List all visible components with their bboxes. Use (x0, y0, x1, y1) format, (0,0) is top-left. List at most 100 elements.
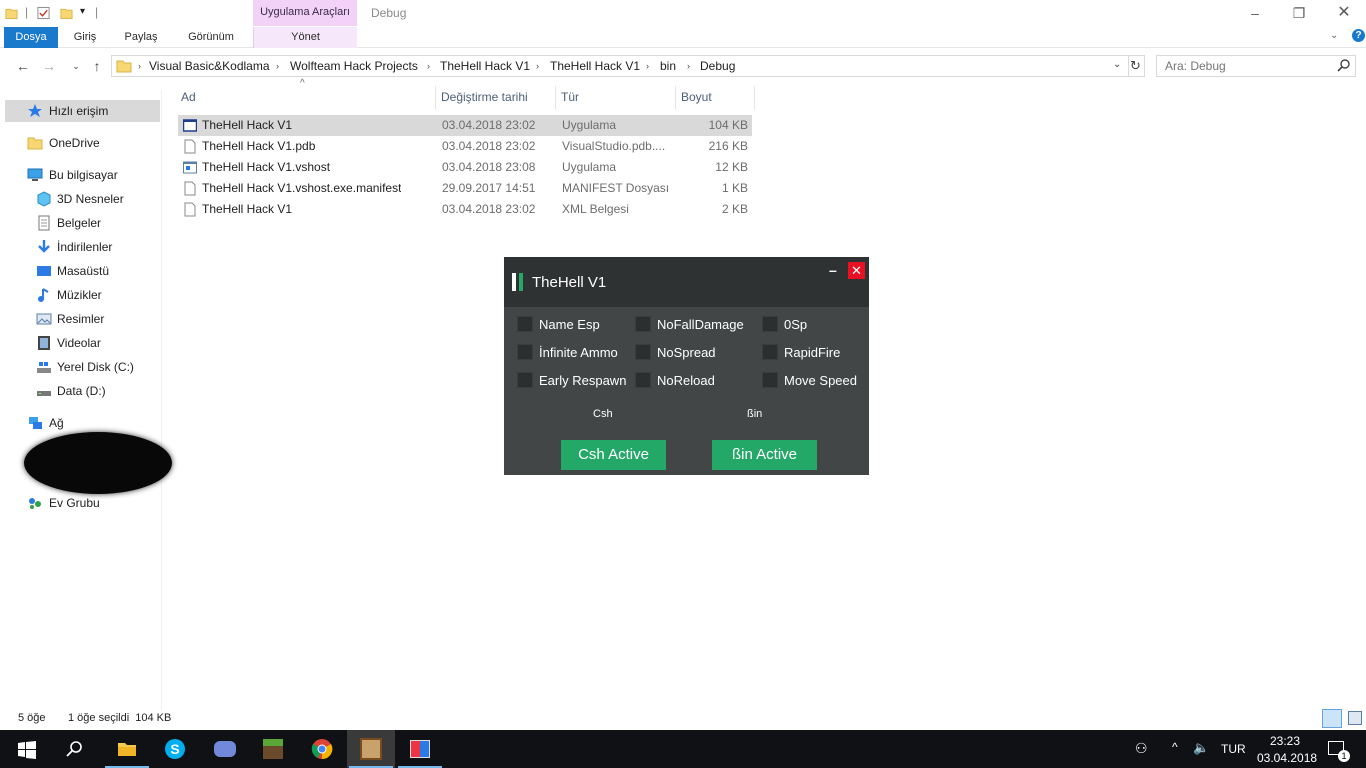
early-respawn-checkbox[interactable] (517, 372, 533, 388)
sidebar-item-data-d[interactable]: Data (D:) (0, 380, 160, 402)
column-header-name[interactable]: Ad (177, 86, 436, 110)
hack-titlebar[interactable]: TheHell V1 – ✕ (504, 257, 869, 307)
properties-icon[interactable] (37, 6, 50, 20)
noreload-checkbox[interactable] (635, 372, 651, 388)
minimize-button[interactable]: – (1232, 0, 1278, 26)
windows-start-icon[interactable] (18, 741, 36, 759)
sidebar-item-label: İndirilenler (57, 240, 113, 254)
back-button[interactable]: ← (14, 57, 32, 75)
customize-quick-access-icon[interactable]: ▾ (80, 6, 85, 17)
address-dropdown-icon[interactable]: ⌄ (1113, 59, 1121, 70)
discord-taskbar-button[interactable] (200, 730, 248, 768)
search-icon[interactable] (66, 740, 84, 758)
clock-time[interactable]: 23:23 (1270, 734, 1300, 748)
volume-icon[interactable]: 🔈 (1193, 740, 1209, 756)
people-icon[interactable]: ⚇ (1135, 740, 1148, 757)
sidebar-item-masaustu[interactable]: Masaüstü (0, 260, 160, 282)
hack-app-icon (410, 740, 430, 758)
new-folder-icon[interactable] (60, 6, 73, 20)
breadcrumb-item[interactable]: Debug (700, 56, 735, 76)
breadcrumb-item[interactable]: bin (660, 56, 676, 76)
breadcrumb-item[interactable]: TheHell Hack V1 (550, 56, 640, 76)
wolfteam-taskbar-button[interactable] (347, 730, 395, 768)
tab-gorunum[interactable]: Görünüm (176, 27, 246, 48)
file-row[interactable]: TheHell Hack V1.pdb 03.04.2018 23:02 Vis… (178, 136, 752, 157)
search-icon[interactable] (1336, 58, 1352, 74)
sidebar-item-indirilenler[interactable]: İndirilenler (0, 236, 160, 258)
checkbox-label: İnfinite Ammo (539, 345, 618, 360)
sidebar-item-3d-nesneler[interactable]: 3D Nesneler (0, 188, 160, 210)
column-header-size[interactable]: Boyut (677, 86, 755, 110)
hack-window: TheHell V1 – ✕ Name Esp NoFallDamage 0Sp… (504, 257, 869, 475)
recent-locations-button[interactable]: ⌄ (67, 57, 85, 75)
context-group-label: Uygulama Araçları (253, 0, 357, 26)
help-icon[interactable]: ? (1352, 29, 1365, 42)
breadcrumb-item[interactable]: Wolfteam Hack Projects (290, 56, 418, 76)
logo-bar-icon (519, 273, 523, 291)
sidebar-item-ev-grubu[interactable]: Ev Grubu (0, 492, 160, 514)
csh-active-button[interactable]: Csh Active (561, 440, 666, 470)
nofalldamage-checkbox[interactable] (635, 316, 651, 332)
tab-dosya[interactable]: Dosya (4, 27, 58, 48)
sidebar-item-hizli-erisim[interactable]: Hızlı erişim (5, 100, 160, 122)
minecraft-taskbar-button[interactable] (249, 730, 297, 768)
sidebar-item-label: Ağ (49, 416, 64, 430)
csh-label: Csh (593, 408, 613, 420)
folder-icon (27, 137, 43, 150)
search-input[interactable] (1156, 55, 1356, 77)
sidebar-item-videolar[interactable]: Videolar (0, 332, 160, 354)
sidebar-item-muzikler[interactable]: Müzikler (0, 284, 160, 306)
minimize-button[interactable]: – (829, 262, 837, 278)
details-view-icon[interactable] (1322, 709, 1342, 728)
sidebar-item-label: Hızlı erişim (49, 104, 109, 118)
address-bar[interactable]: › Visual Basic&Kodlama › Wolfteam Hack P… (111, 55, 1129, 77)
file-explorer-taskbar-button[interactable] (103, 730, 151, 768)
sidebar-item-bu-bilgisayar[interactable]: Bu bilgisayar (0, 164, 160, 186)
forward-button[interactable]: → (40, 57, 58, 75)
column-header-date[interactable]: Değiştirme tarihi (437, 86, 556, 110)
file-row[interactable]: TheHell Hack V1 03.04.2018 23:02 XML Bel… (178, 199, 752, 220)
application-icon (183, 119, 197, 132)
bin-active-button[interactable]: ßin Active (712, 440, 817, 470)
tab-yonet[interactable]: Yönet (253, 27, 357, 48)
rapidfire-checkbox[interactable] (762, 344, 778, 360)
file-row[interactable]: TheHell Hack V1 03.04.2018 23:02 Uygulam… (178, 115, 752, 136)
sidebar-item-belgeler[interactable]: Belgeler (0, 212, 160, 234)
sidebar-item-label: Videolar (57, 336, 101, 350)
sidebar-item-onedrive[interactable]: OneDrive (0, 132, 160, 154)
file-name: TheHell Hack V1.pdb (202, 139, 316, 153)
refresh-button[interactable]: ↻ (1127, 55, 1145, 77)
sidebar-item-label: Resimler (57, 312, 105, 326)
close-button[interactable]: ✕ (1321, 0, 1366, 26)
close-button[interactable]: ✕ (848, 262, 865, 279)
column-header-type[interactable]: Tür (557, 86, 676, 110)
large-icons-view-icon[interactable] (1348, 711, 1362, 725)
language-indicator[interactable]: TUR (1221, 742, 1246, 756)
file-row[interactable]: TheHell Hack V1.vshost.exe.manifest 29.0… (178, 178, 752, 199)
file-row[interactable]: TheHell Hack V1.vshost 03.04.2018 23:08 … (178, 157, 752, 178)
move-speed-checkbox[interactable] (762, 372, 778, 388)
name-esp-checkbox[interactable] (517, 316, 533, 332)
sidebar-item-yerel-disk[interactable]: Yerel Disk (C:) (0, 356, 160, 378)
skype-taskbar-button[interactable]: S (151, 730, 199, 768)
tab-giris[interactable]: Giriş (60, 27, 110, 48)
expand-ribbon-icon[interactable]: ⌄ (1330, 30, 1338, 41)
breadcrumb-item[interactable]: Visual Basic&Kodlama (149, 56, 270, 76)
up-button[interactable]: ↑ (88, 57, 106, 75)
checkbox-label: Name Esp (539, 317, 600, 332)
hack-app-taskbar-button[interactable] (396, 730, 444, 768)
checkbox-label: NoSpread (657, 345, 716, 360)
show-hidden-icons-icon[interactable]: ^ (1172, 740, 1178, 754)
file-size: 216 KB (708, 139, 748, 153)
nospread-checkbox[interactable] (635, 344, 651, 360)
sidebar-item-resimler[interactable]: Resimler (0, 308, 160, 330)
sidebar-item-ag[interactable]: Ağ (0, 412, 160, 434)
tab-paylas[interactable]: Paylaş (116, 27, 166, 48)
minecraft-icon (263, 739, 283, 759)
breadcrumb-item[interactable]: TheHell Hack V1 (440, 56, 530, 76)
clock-date[interactable]: 03.04.2018 (1257, 751, 1317, 765)
infinite-ammo-checkbox[interactable] (517, 344, 533, 360)
maximize-button[interactable]: ❐ (1276, 0, 1322, 26)
chrome-taskbar-button[interactable] (298, 730, 346, 768)
osp-checkbox[interactable] (762, 316, 778, 332)
